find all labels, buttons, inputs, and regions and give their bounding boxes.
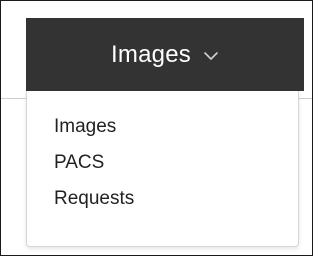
screenshot-frame: Images Images PACS Requests bbox=[0, 0, 313, 256]
dropdown-menu: Images PACS Requests bbox=[26, 91, 299, 247]
menu-item-requests[interactable]: Requests bbox=[27, 181, 298, 217]
background-divider-right bbox=[299, 98, 312, 99]
menu-item-images[interactable]: Images bbox=[27, 109, 298, 145]
chevron-down-icon bbox=[203, 50, 219, 62]
dropdown-button-label: Images bbox=[111, 40, 191, 68]
images-dropdown-button[interactable]: Images bbox=[26, 18, 304, 91]
menu-item-pacs[interactable]: PACS bbox=[27, 145, 298, 181]
background-divider-left bbox=[1, 98, 27, 99]
